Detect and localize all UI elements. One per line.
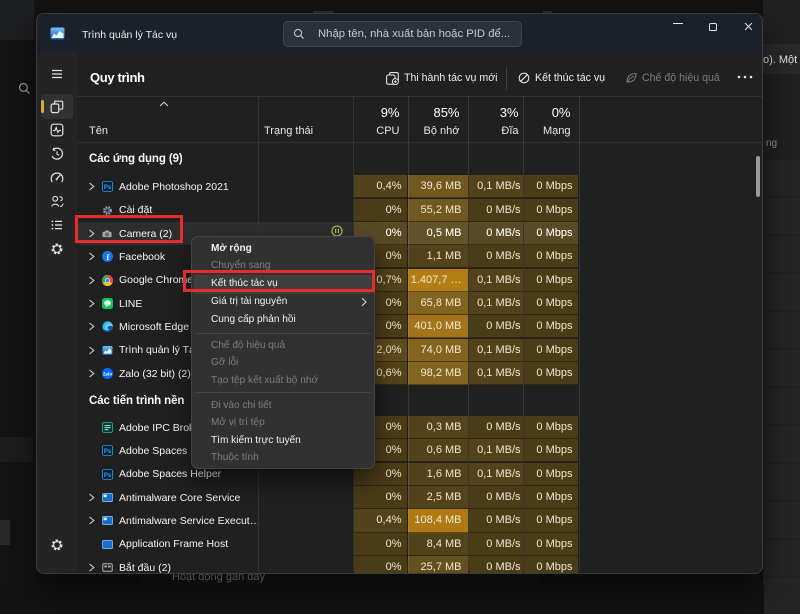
svg-text:Zalo: Zalo (103, 371, 112, 376)
svg-text:Ps: Ps (104, 185, 112, 191)
svg-text:f: f (107, 253, 110, 262)
svg-text:Ps: Ps (104, 449, 112, 455)
svg-text:Ps: Ps (104, 473, 112, 479)
